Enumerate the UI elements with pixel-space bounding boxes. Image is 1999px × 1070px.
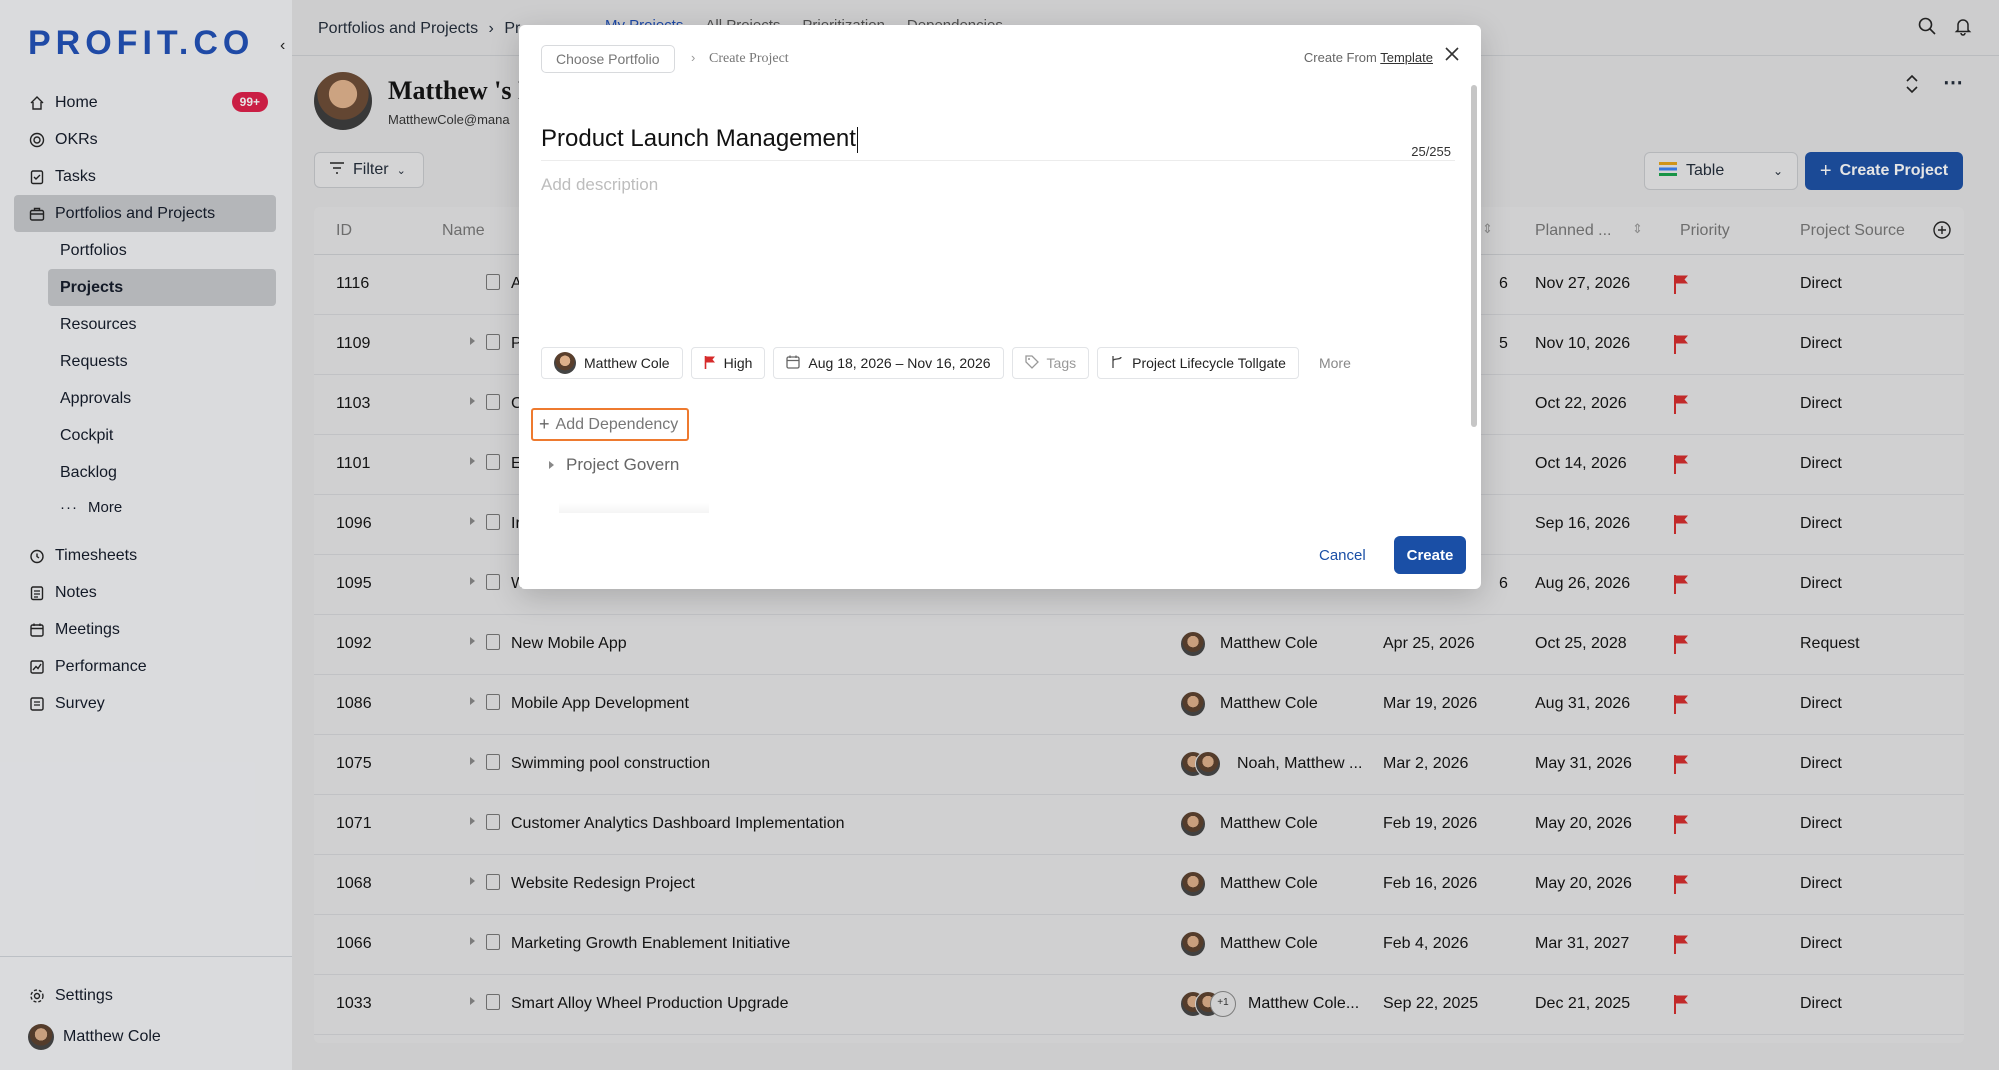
scrollbar-thumb[interactable]	[1471, 85, 1477, 427]
owner-chip[interactable]: Matthew Cole	[541, 347, 683, 379]
create-from-template: Create From Template	[1304, 50, 1433, 65]
date-range-label: Aug 18, 2026 – Nov 16, 2026	[808, 355, 991, 371]
description-input[interactable]: Add description	[541, 175, 658, 195]
text-cursor	[856, 126, 858, 153]
more-chip[interactable]: More	[1307, 347, 1363, 379]
flag-icon	[704, 355, 716, 372]
cancel-button[interactable]: Cancel	[1319, 547, 1366, 564]
avatar	[554, 352, 576, 374]
close-icon[interactable]	[1445, 47, 1459, 61]
date-range-chip[interactable]: Aug 18, 2026 – Nov 16, 2026	[773, 347, 1004, 379]
project-title-value: Product Launch Management	[541, 125, 856, 152]
char-counter: 25/255	[1411, 144, 1451, 159]
tag-icon	[1024, 354, 1039, 372]
calendar-icon	[786, 355, 801, 372]
lifecycle-label: Project Lifecycle Tollgate	[1132, 355, 1286, 371]
breadcrumb-separator: ›	[691, 50, 696, 65]
section-label: Project Govern	[566, 455, 680, 474]
create-project-modal: Choose Portfolio › Create Project Create…	[519, 25, 1481, 589]
create-from-label: Create From	[1303, 50, 1381, 65]
faded-content	[559, 503, 709, 513]
template-link[interactable]: Template	[1380, 50, 1433, 65]
lifecycle-chip[interactable]: Project Lifecycle Tollgate	[1097, 347, 1299, 379]
owner-chip-label: Matthew Cole	[584, 355, 670, 371]
project-title-input[interactable]: Product Launch Management	[541, 99, 1455, 161]
tags-chip[interactable]: Tags	[1011, 347, 1090, 379]
create-button[interactable]: Create	[1394, 536, 1466, 574]
project-governance-section[interactable]: Project Govern	[549, 455, 679, 475]
attribute-chips: Matthew Cole High Aug 18, 2026 – Nov 16,…	[541, 347, 1363, 379]
chevron-right-icon	[549, 461, 554, 469]
branch-icon	[1110, 355, 1124, 372]
priority-chip[interactable]: High	[690, 347, 766, 379]
tags-label: Tags	[1046, 355, 1077, 371]
choose-portfolio-button[interactable]: Choose Portfolio	[541, 45, 675, 73]
plus-icon: +	[539, 414, 550, 434]
add-dependency-label: Add Dependency	[555, 415, 679, 433]
priority-chip-label: High	[723, 355, 753, 371]
add-dependency-button[interactable]: + Add Dependency	[531, 408, 689, 441]
modal-scrollbar[interactable]	[1471, 85, 1477, 427]
modal-step-label: Create Project	[709, 51, 789, 66]
